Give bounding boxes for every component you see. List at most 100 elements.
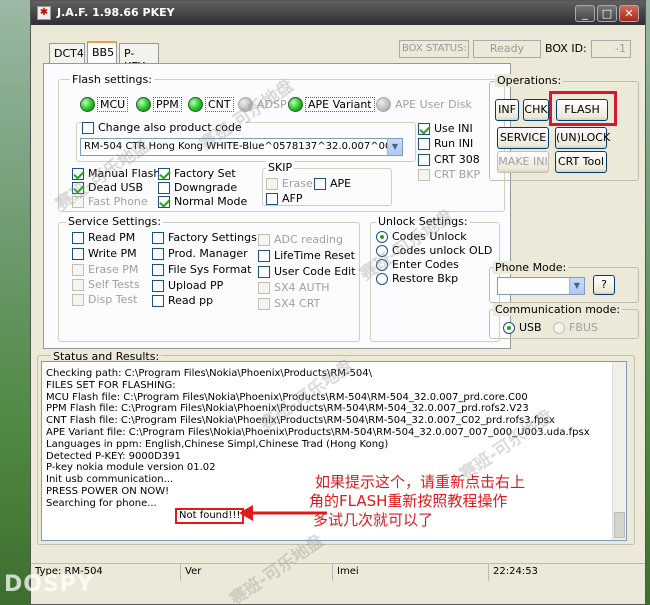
led-ppm[interactable]: PPM (136, 97, 182, 112)
codes-unlock-radio[interactable]: Codes Unlock (376, 230, 467, 243)
checkbox-checked-icon (72, 181, 84, 194)
radio-icon (376, 272, 388, 285)
enter-codes-radio[interactable]: Enter Codes (376, 258, 459, 271)
write-pm-checkbox[interactable]: Write PM (72, 247, 137, 260)
checkbox-icon (72, 247, 84, 260)
ppm-led-icon (136, 97, 151, 112)
ape-variant-led-icon (288, 97, 303, 112)
operations-title: Operations: (495, 74, 564, 87)
skip-title: SKIP (266, 161, 295, 174)
crt-tool-button[interactable]: CRT Tool (555, 151, 607, 173)
status-bar: Type: RM-504 Ver Imei 22:24:53 (31, 563, 645, 581)
phone-mode-help-button[interactable]: ? (593, 275, 615, 295)
log-line: CNT Flash file: C:\Program Files\Nokia\P… (46, 415, 555, 427)
skip-ape-checkbox[interactable]: APE (314, 177, 351, 190)
phone-mode-select[interactable]: ▼ (497, 277, 585, 295)
file-sys-format-checkbox[interactable]: File Sys Format (152, 263, 251, 276)
dead-usb-checkbox[interactable]: Dead USB (72, 181, 143, 194)
usb-radio[interactable]: USB (503, 321, 542, 334)
dospy-logo: DOSPY (4, 572, 94, 597)
maximize-button[interactable]: □ (597, 5, 617, 22)
ape-user-disk-led-icon (376, 97, 391, 112)
box-status-label: BOX STATUS: (399, 40, 469, 58)
checkbox-icon (72, 195, 84, 208)
service-button[interactable]: SERVICE (497, 127, 549, 149)
annotation-line-2: 角的FLASH重新按照教程操作 (309, 492, 508, 510)
chevron-down-icon[interactable]: ▼ (569, 278, 584, 294)
radio-icon (376, 258, 388, 271)
scrollbar-thumb[interactable] (614, 512, 625, 538)
statusbar-time: 22:24:53 (493, 566, 538, 577)
log-line: MCU Flash file: C:\Program Files\Nokia\P… (46, 391, 528, 403)
jaf-window: ✱ J.A.F. 1.98.66 PKEY _ □ ✕ DCT4 BB5 P-K… (30, 0, 646, 605)
restore-bkp-radio[interactable]: Restore Bkp (376, 272, 458, 285)
led-ape-variant[interactable]: APE Variant (288, 97, 375, 112)
checkbox-icon (72, 293, 84, 306)
radio-selected-icon (503, 321, 515, 334)
use-ini-checkbox[interactable]: Use INI (418, 122, 473, 135)
skip-erase-checkbox: Erase (266, 177, 313, 190)
crt-308-checkbox[interactable]: CRT 308 (418, 153, 480, 166)
not-found-highlight: Not found!!! (175, 508, 245, 524)
checkbox-icon (258, 249, 270, 262)
downgrade-checkbox[interactable]: Downgrade (158, 181, 237, 194)
read-pm-checkbox[interactable]: Read PM (72, 231, 135, 244)
statusbar-imei: Imei (333, 564, 489, 581)
user-code-edit-checkbox[interactable]: User Code Edit (258, 265, 356, 278)
change-product-code-checkbox[interactable]: Change also product code (82, 121, 245, 134)
normal-mode-checkbox[interactable]: Normal Mode (158, 195, 247, 208)
tab-bb5[interactable]: BB5 (87, 41, 117, 64)
chk-button[interactable]: CHK (523, 99, 549, 121)
checkbox-icon (258, 281, 270, 294)
fast-phone-checkbox: Fast Phone (72, 195, 148, 208)
lifetime-reset-checkbox[interactable]: LifeTime Reset (258, 249, 355, 262)
checkbox-icon (418, 168, 430, 181)
sx4-auth-checkbox: SX4 AUTH (258, 281, 330, 294)
flash-highlight-box (549, 91, 617, 126)
led-mcu[interactable]: MCU (80, 97, 129, 112)
skip-afp-checkbox[interactable]: AFP (266, 192, 303, 205)
annotation-line-1: 如果提示这个，请重新点击右上 (315, 473, 526, 491)
led-cnt[interactable]: CNT (188, 97, 234, 112)
radio-selected-icon (376, 230, 388, 243)
checkbox-icon (266, 177, 278, 190)
tab-pkey[interactable]: P-KEY (119, 43, 159, 73)
box-id-value: -1 (591, 40, 631, 58)
checkbox-icon (418, 137, 430, 150)
checkbox-icon (152, 247, 164, 260)
app-icon: ✱ (37, 6, 51, 20)
title-bar: ✱ J.A.F. 1.98.66 PKEY _ □ ✕ (31, 1, 645, 25)
box-id-label: BOX ID: (545, 42, 587, 55)
checkbox-icon (152, 231, 164, 244)
product-code-select[interactable]: RM-504 CTR Hong Kong WHITE-Blue^0578137^… (80, 138, 403, 156)
read-pp-checkbox[interactable]: Read pp (152, 294, 213, 307)
prod-manager-checkbox[interactable]: Prod. Manager (152, 247, 248, 260)
unlock-button[interactable]: (UN)LOCK (555, 127, 610, 149)
checkbox-checked-icon (158, 195, 170, 208)
inf-button[interactable]: INF (495, 99, 519, 121)
minimize-button[interactable]: _ (575, 5, 595, 22)
checkbox-checked-icon (158, 167, 170, 180)
run-ini-checkbox[interactable]: Run INI (418, 137, 473, 150)
codes-unlock-old-radio[interactable]: Codes unlock OLD (376, 244, 492, 257)
flash-settings-title: Flash settings: (70, 73, 154, 86)
checkbox-icon (72, 278, 84, 291)
tab-dct4[interactable]: DCT4 (49, 43, 85, 63)
erase-pm-checkbox: Erase PM (72, 263, 138, 276)
log-scrollbar[interactable] (612, 362, 626, 540)
phone-mode-title: Phone Mode: (493, 261, 569, 274)
checkbox-icon (418, 153, 430, 166)
crt-bkp-checkbox: CRT BKP (418, 168, 480, 181)
factory-set-checkbox[interactable]: Factory Set (158, 167, 236, 180)
log-line: Checking path: C:\Program Files\Nokia\Ph… (46, 368, 372, 379)
chevron-down-icon[interactable]: ▼ (387, 139, 402, 155)
log-line: PPM Flash file: C:\Program Files\Nokia\P… (46, 403, 529, 415)
factory-settings-checkbox[interactable]: Factory Settings (152, 231, 257, 244)
manual-flash-checkbox[interactable]: Manual Flash (72, 167, 160, 180)
checkbox-icon (314, 177, 326, 190)
service-settings-title: Service Settings: (66, 215, 163, 228)
annotation-line-3: 多试几次就可以了 (313, 511, 434, 529)
close-button[interactable]: ✕ (619, 5, 639, 22)
upload-pp-checkbox[interactable]: Upload PP (152, 279, 223, 292)
unlock-settings-title: Unlock Settings: (376, 215, 470, 228)
